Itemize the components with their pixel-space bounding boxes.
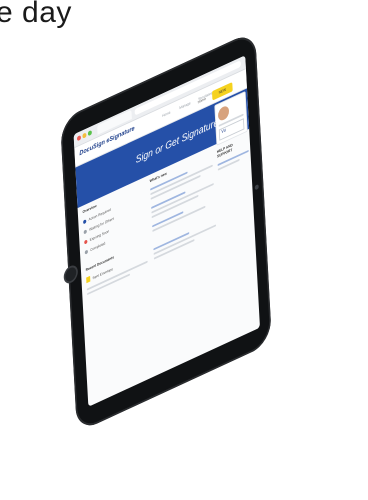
minimize-window-icon[interactable] bbox=[82, 132, 87, 139]
warning-icon bbox=[84, 238, 88, 245]
tablet-device: DocuSign eSignature Home Manage Template… bbox=[60, 30, 272, 433]
close-window-icon[interactable] bbox=[76, 134, 82, 142]
whats-new-column: What's new bbox=[150, 150, 223, 370]
overview-column: Overview Action Required Waiting for Oth… bbox=[82, 182, 153, 401]
photo-stage: DocuSign eSignature Home Manage Template… bbox=[0, 0, 368, 500]
tablet-screen: DocuSign eSignature Home Manage Template… bbox=[73, 55, 260, 407]
camera-icon bbox=[254, 183, 259, 191]
nav-manage[interactable]: Manage bbox=[179, 100, 191, 110]
text-line bbox=[150, 164, 213, 196]
status-dot-icon bbox=[83, 228, 87, 234]
text-line bbox=[153, 224, 217, 255]
check-icon bbox=[84, 249, 89, 255]
nav-home[interactable]: Home bbox=[162, 110, 171, 118]
profile-column: Vu HELP AND SUPPORT bbox=[214, 90, 258, 339]
status-dot-icon bbox=[83, 218, 87, 224]
document-icon bbox=[86, 275, 91, 284]
list-item-label: Completed bbox=[90, 240, 106, 253]
link-line[interactable] bbox=[153, 231, 190, 251]
text-line bbox=[152, 205, 206, 232]
maximize-window-icon[interactable] bbox=[87, 129, 92, 137]
home-button-icon bbox=[63, 262, 79, 286]
